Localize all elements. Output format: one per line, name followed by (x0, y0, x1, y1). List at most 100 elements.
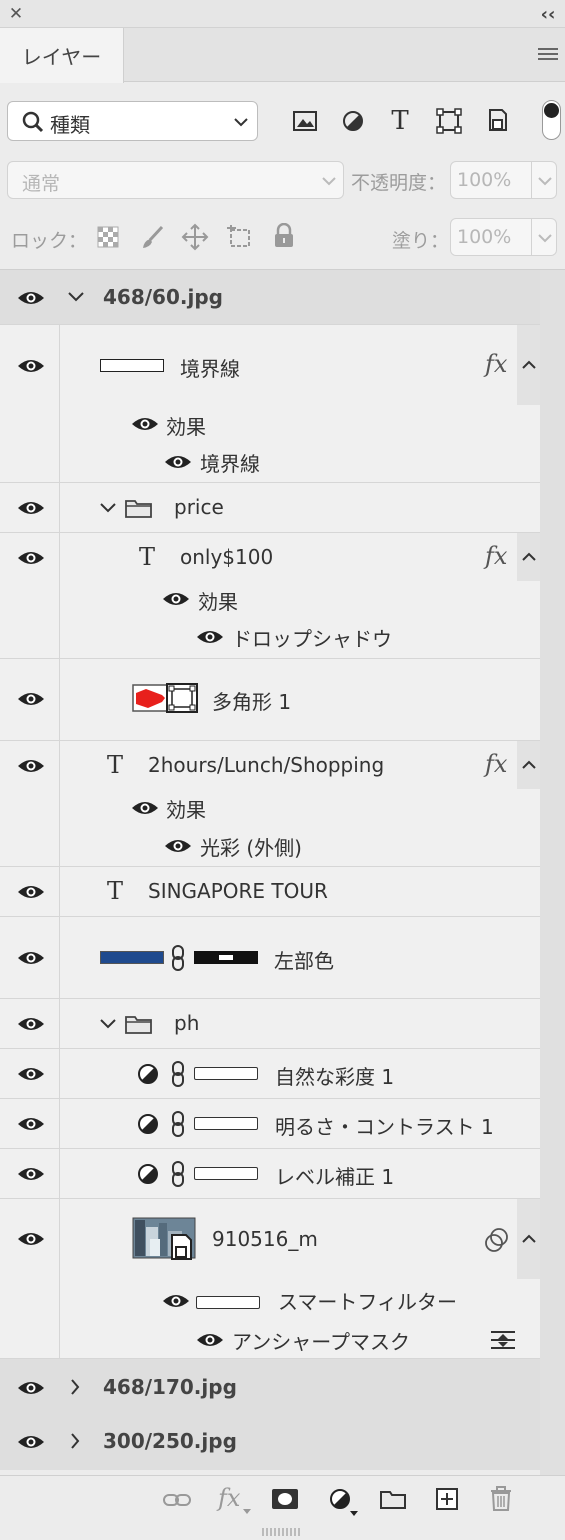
fill-field[interactable]: 100% (450, 218, 557, 256)
resize-grip[interactable] (262, 1528, 302, 1536)
link-icon[interactable] (170, 1060, 186, 1088)
chevron-down-icon[interactable] (99, 501, 117, 515)
eye-icon[interactable] (17, 950, 45, 966)
layer-name: 自然な彩度 1 (275, 1065, 395, 1089)
fx-icon[interactable]: fx (485, 750, 507, 778)
eye-icon[interactable] (164, 838, 192, 854)
tab-layers[interactable]: レイヤー (0, 28, 124, 83)
layer-group-468-60[interactable]: 468/60.jpg (0, 270, 540, 325)
eye-icon[interactable] (196, 1332, 224, 1348)
collapse-icon[interactable]: ‹‹ (536, 4, 560, 25)
layer-mask-thumbnail (194, 1167, 258, 1180)
filter-options-icon[interactable] (489, 1329, 517, 1351)
brush-icon[interactable] (140, 224, 166, 250)
layer-smart-object[interactable]: 910516_m スマートフィルター アンシャープマスク (0, 1199, 540, 1359)
eye-icon[interactable] (131, 800, 159, 816)
chevron-down-icon (538, 234, 552, 243)
eye-icon[interactable] (196, 629, 224, 645)
artboard-icon[interactable] (226, 224, 254, 250)
move-icon[interactable] (181, 223, 209, 251)
layer-name: only$100 (180, 545, 274, 569)
adjustment-layer-icon[interactable] (328, 1487, 352, 1511)
collapse-effects-button[interactable] (517, 741, 540, 789)
smart-object-icon[interactable] (486, 106, 510, 134)
layer-adjust-vibrance[interactable]: 自然な彩度 1 (0, 1049, 540, 1099)
layer-text-2hours[interactable]: T 2hours/Lunch/Shopping fx 効果 光彩 (外側) (0, 741, 540, 867)
layer-left-color[interactable]: 左部色 (0, 917, 540, 999)
layer-adjust-brightness[interactable]: 明るさ・コントラスト 1 (0, 1099, 540, 1149)
fx-icon[interactable]: fx (485, 542, 507, 570)
eye-icon[interactable] (17, 884, 45, 900)
eye-icon[interactable] (17, 500, 45, 516)
effects-label: 効果 (198, 590, 238, 614)
adjustment-icon[interactable] (340, 108, 366, 134)
trash-icon[interactable] (489, 1486, 513, 1512)
collapse-effects-button[interactable] (517, 325, 540, 405)
eye-icon[interactable] (131, 416, 159, 432)
eye-icon[interactable] (17, 1434, 45, 1450)
fill-value: 100% (457, 226, 512, 248)
link-layers-icon[interactable] (162, 1490, 192, 1510)
adjustment-icon (138, 1064, 158, 1084)
eye-icon[interactable] (17, 550, 45, 566)
eye-icon[interactable] (17, 1116, 45, 1132)
layer-name: price (174, 495, 224, 519)
layer-group-ph[interactable]: ph (0, 999, 540, 1049)
chevron-right-icon[interactable] (69, 1378, 81, 1396)
dropdown-triangle-icon (350, 1511, 358, 1516)
smart-filter-icon[interactable] (484, 1227, 510, 1253)
chevron-down-icon[interactable] (67, 290, 85, 304)
blend-mode-select[interactable]: 通常 (7, 161, 344, 199)
eye-icon[interactable] (17, 1231, 45, 1247)
shape-icon[interactable] (436, 108, 462, 134)
lock-icon[interactable] (273, 223, 295, 249)
effects-label: 効果 (166, 798, 206, 822)
layer-name: ph (174, 1011, 200, 1035)
filter-mask-thumbnail (196, 1296, 260, 1309)
eye-icon[interactable] (164, 454, 192, 470)
eye-icon[interactable] (17, 290, 45, 306)
link-icon[interactable] (170, 1110, 186, 1138)
link-icon[interactable] (170, 944, 186, 972)
panel-titlebar (0, 0, 565, 28)
hamburger-icon[interactable] (537, 46, 559, 62)
layer-border[interactable]: 境界線 fx 効果 境界線 (0, 325, 540, 483)
scrollbar[interactable] (540, 270, 565, 1475)
eye-icon[interactable] (162, 1293, 190, 1309)
adjustment-icon (138, 1164, 158, 1184)
layer-group-price[interactable]: price (0, 483, 540, 533)
close-icon[interactable]: ✕ (6, 4, 26, 24)
opacity-field[interactable]: 100% (450, 161, 557, 199)
image-icon[interactable] (292, 109, 318, 133)
chevron-right-icon[interactable] (69, 1432, 81, 1450)
eye-icon[interactable] (17, 358, 45, 374)
type-icon[interactable]: T (386, 106, 414, 136)
filter-toggle[interactable] (542, 100, 561, 140)
fx-icon[interactable]: fx (485, 350, 507, 378)
eye-icon[interactable] (17, 691, 45, 707)
lock-transparent-icon[interactable] (97, 226, 119, 248)
eye-icon[interactable] (17, 758, 45, 774)
link-icon[interactable] (170, 1160, 186, 1188)
layer-adjust-levels[interactable]: レベル補正 1 (0, 1149, 540, 1199)
add-mask-icon[interactable] (271, 1488, 299, 1510)
collapse-filters-button[interactable] (517, 1199, 540, 1279)
new-group-icon[interactable] (379, 1487, 407, 1511)
layer-text-singapore[interactable]: T SINGAPORE TOUR (0, 867, 540, 917)
layer-group-468-170[interactable]: 468/170.jpg (0, 1359, 540, 1415)
eye-icon[interactable] (17, 1380, 45, 1396)
collapse-effects-button[interactable] (517, 533, 540, 581)
eye-icon[interactable] (17, 1066, 45, 1082)
filter-kind-select[interactable]: 種類 (7, 101, 258, 141)
add-style-icon[interactable]: fx (218, 1484, 240, 1512)
layer-polygon[interactable]: 多角形 1 (0, 659, 540, 741)
new-layer-icon[interactable] (435, 1487, 459, 1511)
layer-thumbnail (132, 683, 198, 713)
blend-mode-value: 通常 (22, 173, 61, 195)
layer-text-only100[interactable]: T only$100 fx 効果 ドロップシャドウ (0, 533, 540, 659)
eye-icon[interactable] (162, 591, 190, 607)
layer-group-300-250[interactable]: 300/250.jpg (0, 1415, 540, 1470)
eye-icon[interactable] (17, 1016, 45, 1032)
chevron-down-icon[interactable] (99, 1017, 117, 1031)
eye-icon[interactable] (17, 1166, 45, 1182)
